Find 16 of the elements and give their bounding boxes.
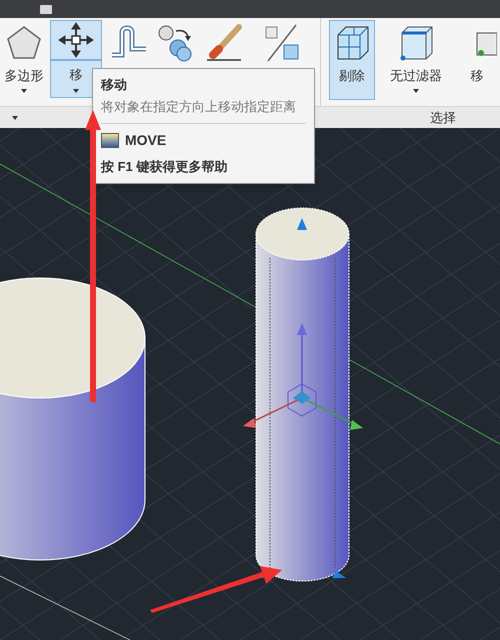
move-arrows-icon: [56, 20, 96, 60]
ribbon-button[interactable]: 多边形: [2, 20, 46, 100]
command-window-icon: [101, 133, 119, 148]
eraser-icon: [205, 23, 245, 63]
ribbon-button[interactable]: 剔除: [329, 20, 375, 100]
app-menu-icon[interactable]: [40, 4, 52, 14]
command-name: MOVE: [125, 131, 166, 150]
ribbon-button[interactable]: 移: [457, 20, 497, 100]
tooltip-description: 将对象在指定方向上移动指定距离: [101, 98, 297, 116]
panel-label: 选择: [430, 108, 456, 127]
gizmo-icon: [476, 32, 497, 56]
move-button[interactable]: [50, 20, 102, 60]
ribbon-button[interactable]: 无过滤器: [379, 20, 453, 100]
help-text: 按 F1 键获得更多帮助: [101, 158, 228, 176]
tooltip-title: 移动: [101, 76, 128, 94]
caret-icon: [12, 116, 18, 120]
